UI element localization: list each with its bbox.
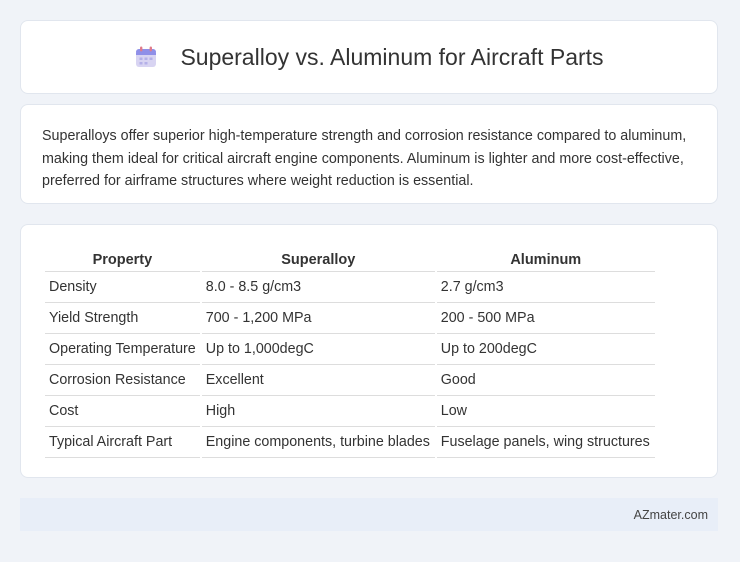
table-row: Operating Temperature Up to 1,000degC Up… xyxy=(45,334,655,365)
table-row: Typical Aircraft Part Engine components,… xyxy=(45,427,655,458)
table-cell: 2.7 g/cm3 xyxy=(436,272,655,303)
table-cell: Operating Temperature xyxy=(45,334,200,365)
table-cell: Up to 1,000degC xyxy=(201,334,435,365)
footer: AZmater.com xyxy=(20,498,718,531)
table-cell: Good xyxy=(436,365,655,396)
summary-text: Superalloys offer superior high-temperat… xyxy=(42,128,687,189)
table-cell: High xyxy=(201,396,435,427)
table-cell: Engine components, turbine blades xyxy=(201,427,435,458)
column-header-aluminum: Aluminum xyxy=(436,247,655,272)
table-cell: Low xyxy=(436,396,655,427)
table-cell: Typical Aircraft Part xyxy=(45,427,200,458)
comparison-card: Property Superalloy Aluminum Density 8.0… xyxy=(20,224,718,478)
table-cell: Up to 200degC xyxy=(436,334,655,365)
table-cell: Cost xyxy=(45,396,200,427)
table-cell: Excellent xyxy=(201,365,435,396)
table-row: Density 8.0 - 8.5 g/cm3 2.7 g/cm3 xyxy=(45,272,655,303)
table-row: Yield Strength 700 - 1,200 MPa 200 - 500… xyxy=(45,303,655,334)
comparison-table: Property Superalloy Aluminum Density 8.0… xyxy=(43,247,657,458)
title-card: Superalloy vs. Aluminum for Aircraft Par… xyxy=(20,20,718,94)
table-cell: Yield Strength xyxy=(45,303,200,334)
column-header-property: Property xyxy=(45,247,200,272)
table-cell: Density xyxy=(45,272,200,303)
calendar-icon xyxy=(134,45,158,69)
table-row: Cost High Low xyxy=(45,396,655,427)
table-cell: 200 - 500 MPa xyxy=(436,303,655,334)
table-cell: 8.0 - 8.5 g/cm3 xyxy=(201,272,435,303)
footer-brand-link[interactable]: AZmater.com xyxy=(634,508,708,522)
table-header-row: Property Superalloy Aluminum xyxy=(45,247,655,272)
table-cell: Fuselage panels, wing structures xyxy=(436,427,655,458)
table-cell: Corrosion Resistance xyxy=(45,365,200,396)
table-cell: 700 - 1,200 MPa xyxy=(201,303,435,334)
column-header-superalloy: Superalloy xyxy=(201,247,435,272)
summary-card: Superalloys offer superior high-temperat… xyxy=(20,104,718,204)
table-row: Corrosion Resistance Excellent Good xyxy=(45,365,655,396)
page-title: Superalloy vs. Aluminum for Aircraft Par… xyxy=(180,43,604,70)
